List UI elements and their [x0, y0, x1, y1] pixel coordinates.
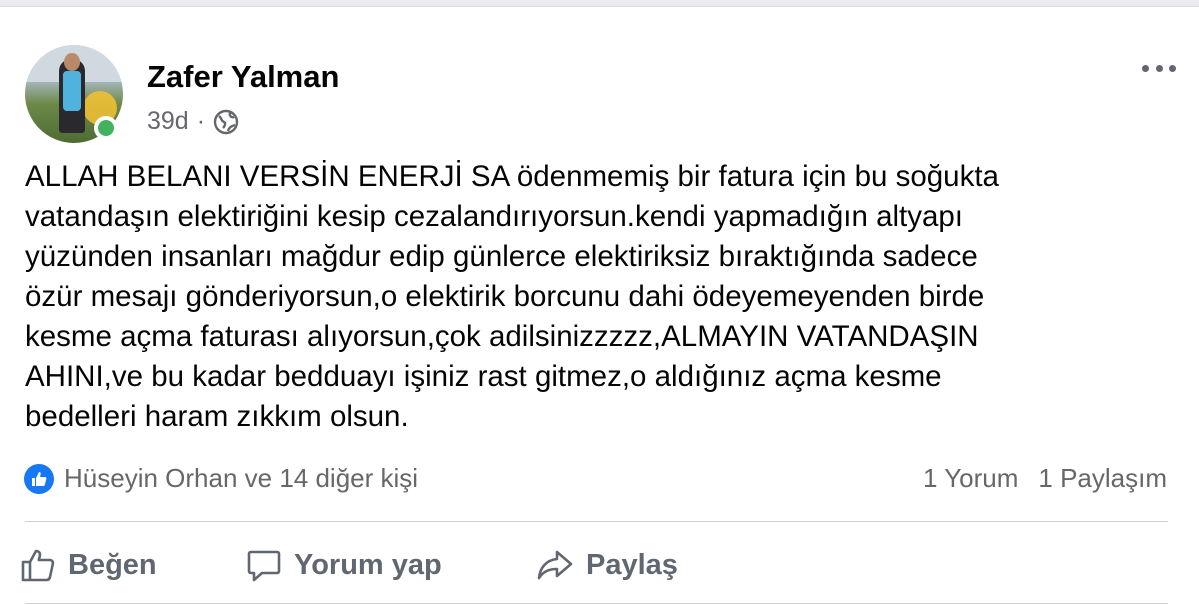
like-label: Beğen [68, 548, 157, 581]
share-button[interactable]: Paylaş [536, 537, 678, 593]
share-count[interactable]: 1 Paylaşım [1038, 463, 1167, 494]
reactions-text: Hüseyin Orhan ve 14 diğer kişi [64, 463, 419, 493]
comment-button[interactable]: Yorum yap [246, 537, 442, 593]
action-bar: Beğen Yorum yap Paylaş [0, 537, 1199, 593]
post-text: ALLAH BELANI VERSİN ENERJİ SA ödenmemiş … [25, 160, 999, 433]
meta-separator: · [196, 107, 206, 135]
post-card: Zafer Yalman 39d · ALLAH BELANI VERSİN E… [0, 6, 1199, 605]
post-time[interactable]: 39d [147, 107, 189, 136]
share-label: Paylaş [586, 548, 678, 581]
globe-icon[interactable] [213, 109, 239, 135]
more-options-icon[interactable] [1142, 57, 1176, 79]
share-icon [537, 550, 573, 580]
post-meta: 39d · [147, 107, 239, 136]
like-button[interactable]: Beğen [20, 537, 157, 593]
online-status-dot [94, 116, 118, 140]
thumbs-up-icon [21, 549, 55, 582]
reactions-summary[interactable]: Hüseyin Orhan ve 14 diğer kişi [24, 463, 418, 494]
divider [25, 521, 1168, 522]
like-reaction-icon [24, 463, 54, 494]
comment-count[interactable]: 1 Yorum [923, 463, 1018, 494]
comment-label: Yorum yap [294, 548, 442, 581]
author-name[interactable]: Zafer Yalman [147, 59, 339, 95]
engagement-counts: 1 Yorum 1 Paylaşım [923, 463, 1167, 494]
comment-icon [247, 550, 281, 582]
